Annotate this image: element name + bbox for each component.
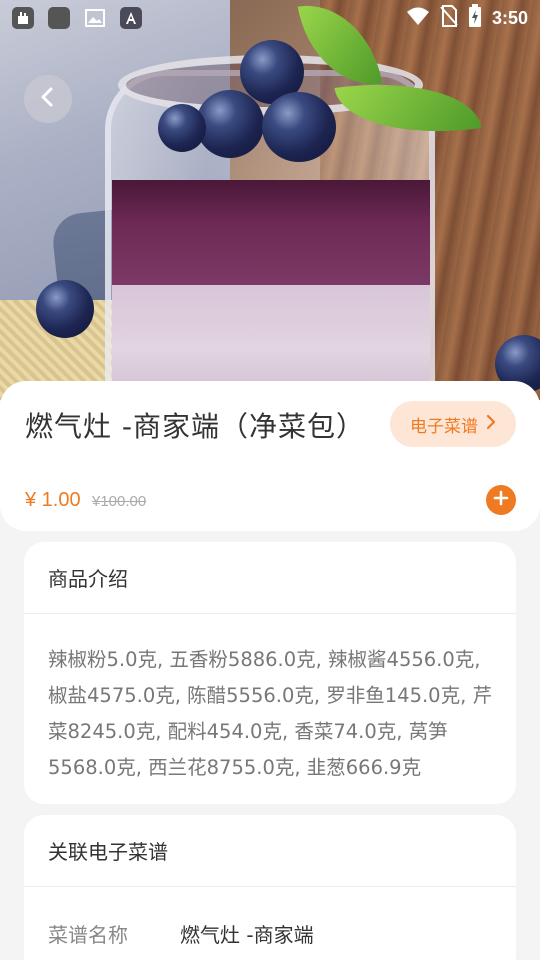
product-intro-text: 辣椒粉5.0克, 五香粉5886.0克, 辣椒酱4556.0克, 椒盐4575.… (48, 648, 492, 779)
no-sim-icon (440, 5, 458, 31)
product-hero-image (0, 0, 540, 400)
product-price: ¥ 1.00 (25, 489, 81, 511)
related-recipe-section: 关联电子菜谱 菜谱名称 燃气灶 -商家端 (24, 815, 516, 960)
product-original-price: ¥100.00 (92, 493, 147, 510)
blueberry (158, 104, 206, 152)
product-intro-section: 商品介绍 辣椒粉5.0克, 五香粉5886.0克, 辣椒酱4556.0克, 椒盐… (24, 542, 516, 804)
image-icon (84, 7, 106, 29)
app-icon (48, 7, 70, 29)
chevron-left-icon (38, 86, 58, 112)
product-card: 燃气灶 -商家端（净菜包） 电子菜谱 ¥ 1.00 ¥100.00 (0, 381, 540, 531)
back-button[interactable] (24, 75, 72, 123)
add-to-cart-button[interactable] (486, 485, 516, 515)
status-bar: 3:50 (0, 0, 540, 36)
blueberry (196, 90, 264, 158)
app-icon (12, 7, 34, 29)
wifi-icon (406, 6, 430, 30)
electronic-menu-label: 电子菜谱 (410, 416, 478, 437)
hero-berry-layer (112, 180, 430, 290)
product-title: 燃气灶 -商家端（净菜包） (25, 410, 366, 443)
recipe-name-label: 菜谱名称 (48, 923, 128, 947)
section-heading: 商品介绍 (24, 542, 516, 614)
section-heading: 关联电子菜谱 (24, 815, 516, 887)
plus-icon (493, 490, 509, 510)
recipe-name-row[interactable]: 菜谱名称 燃气灶 -商家端 (24, 887, 516, 948)
blueberry (262, 92, 336, 162)
chevron-right-icon (486, 414, 496, 435)
blueberry (36, 280, 94, 338)
battery-icon (468, 4, 482, 32)
font-icon (120, 7, 142, 29)
electronic-menu-button[interactable]: 电子菜谱 (390, 401, 516, 447)
recipe-name-value: 燃气灶 -商家端 (180, 923, 314, 947)
status-time: 3:50 (491, 7, 528, 28)
